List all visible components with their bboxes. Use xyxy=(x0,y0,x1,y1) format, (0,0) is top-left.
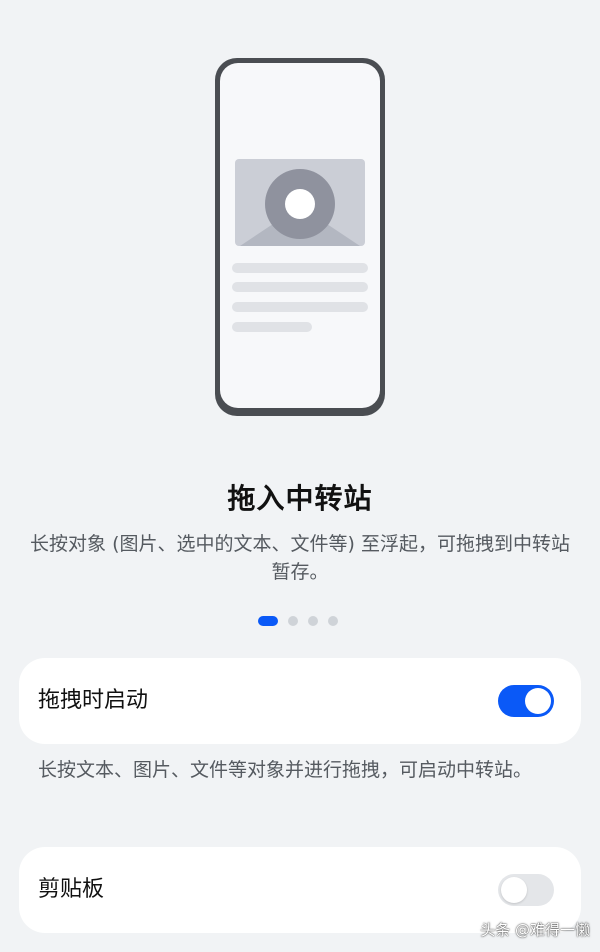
page-dot-2[interactable] xyxy=(288,616,298,626)
clipboard-label: 剪贴板 xyxy=(38,877,105,902)
drag-launch-label: 拖拽时启动 xyxy=(38,688,149,713)
clipboard-toggle[interactable] xyxy=(498,874,554,906)
page-dot-4[interactable] xyxy=(328,616,338,626)
phone-illustration xyxy=(215,58,385,416)
toggle-knob xyxy=(501,877,527,903)
page-dot-1[interactable] xyxy=(258,616,278,626)
drag-launch-hint: 长按文本、图片、文件等对象并进行拖拽，可启动中转站。 xyxy=(38,759,533,781)
page-indicator[interactable] xyxy=(258,616,338,626)
drag-launch-setting[interactable]: 拖拽时启动 xyxy=(19,658,581,744)
drag-launch-toggle[interactable] xyxy=(498,685,554,717)
toggle-knob xyxy=(525,688,551,714)
feature-title: 拖入中转站 xyxy=(227,482,373,515)
feature-description: 长按对象 (图片、选中的文本、文件等) 至浮起，可拖拽到中转站暂存。 xyxy=(30,533,570,583)
image-placeholder-icon xyxy=(235,159,365,246)
page-dot-3[interactable] xyxy=(308,616,318,626)
watermark: 头条 @难得一懒 xyxy=(480,921,590,939)
